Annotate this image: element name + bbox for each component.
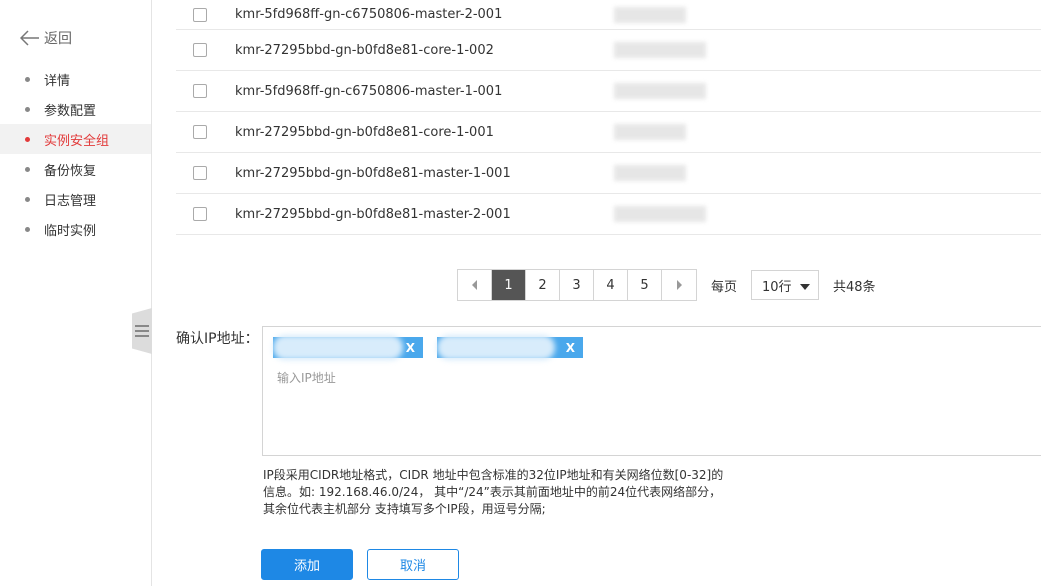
pager: 1 2 3 4 5 bbox=[457, 269, 697, 301]
ip-tag: X bbox=[273, 335, 423, 360]
sidebar-item-temp-instance[interactable]: 临时实例 bbox=[0, 214, 151, 244]
row-checkbox[interactable] bbox=[193, 166, 207, 180]
redacted-ip bbox=[273, 335, 403, 360]
row-name: kmr-5fd968ff-gn-c6750806-master-1-001 bbox=[235, 83, 503, 99]
chevron-right-icon bbox=[677, 280, 682, 290]
page-button-1[interactable]: 1 bbox=[492, 270, 526, 300]
back-button[interactable]: 返回 bbox=[20, 28, 72, 48]
per-page-value: 10行 bbox=[762, 279, 792, 295]
ip-format-hint: IP段采用CIDR地址格式，CIDR 地址中包含标准的32位IP地址和有关网络位… bbox=[263, 468, 724, 516]
prev-page-button[interactable] bbox=[458, 270, 492, 300]
sidebar: 返回 详情 参数配置 实例安全组 备份恢复 日志管理 临时实例 bbox=[0, 0, 152, 586]
redacted-ip bbox=[437, 335, 555, 360]
row-checkbox[interactable] bbox=[193, 7, 207, 22]
ip-tag: X bbox=[437, 335, 583, 360]
table-row: kmr-5fd968ff-gn-c6750806-master-2-001 bbox=[176, 0, 1041, 30]
row-name: kmr-27295bbd-gn-b0fd8e81-core-1-002 bbox=[235, 42, 494, 58]
page-button-4[interactable]: 4 bbox=[594, 270, 628, 300]
sidebar-item-logs[interactable]: 日志管理 bbox=[0, 184, 151, 214]
pagination: 1 2 3 4 5 每页 10行 共48条 bbox=[457, 269, 876, 301]
redacted-value bbox=[614, 6, 686, 23]
ip-input-box[interactable]: X X bbox=[262, 326, 1041, 456]
page-button-5[interactable]: 5 bbox=[628, 270, 662, 300]
per-page-select[interactable]: 10行 bbox=[751, 270, 820, 300]
table-row: kmr-27295bbd-gn-b0fd8e81-core-1-001 bbox=[176, 112, 1041, 153]
total-count: 共48条 bbox=[833, 279, 876, 295]
menu-icon bbox=[135, 325, 149, 337]
page-button-3[interactable]: 3 bbox=[560, 270, 594, 300]
row-checkbox[interactable] bbox=[193, 207, 207, 221]
redacted-value bbox=[614, 83, 706, 99]
chevron-left-icon bbox=[471, 280, 477, 290]
page-button-2[interactable]: 2 bbox=[526, 270, 560, 300]
instance-table: kmr-5fd968ff-gn-c6750806-master-2-001 km… bbox=[176, 0, 1041, 235]
sidebar-collapse-handle[interactable] bbox=[132, 308, 152, 354]
sidebar-item-details[interactable]: 详情 bbox=[0, 64, 151, 94]
sidebar-item-parameters[interactable]: 参数配置 bbox=[0, 94, 151, 124]
ip-input[interactable] bbox=[277, 371, 677, 385]
cancel-button[interactable]: 取消 bbox=[367, 549, 459, 580]
sidebar-item-security-group[interactable]: 实例安全组 bbox=[0, 124, 151, 154]
row-checkbox[interactable] bbox=[193, 84, 207, 98]
table-row: kmr-5fd968ff-gn-c6750806-master-1-001 bbox=[176, 71, 1041, 112]
remove-tag-button[interactable]: X bbox=[406, 341, 415, 355]
row-name: kmr-5fd968ff-gn-c6750806-master-2-001 bbox=[235, 7, 503, 22]
table-row: kmr-27295bbd-gn-b0fd8e81-core-1-002 bbox=[176, 30, 1041, 71]
row-name: kmr-27295bbd-gn-b0fd8e81-master-2-001 bbox=[235, 206, 511, 222]
row-name: kmr-27295bbd-gn-b0fd8e81-core-1-001 bbox=[235, 124, 494, 140]
row-name: kmr-27295bbd-gn-b0fd8e81-master-1-001 bbox=[235, 165, 511, 181]
next-page-button[interactable] bbox=[662, 270, 696, 300]
redacted-value bbox=[614, 206, 706, 222]
redacted-value bbox=[614, 165, 686, 181]
table-row: kmr-27295bbd-gn-b0fd8e81-master-2-001 bbox=[176, 194, 1041, 235]
back-label: 返回 bbox=[44, 31, 72, 47]
table-row: kmr-27295bbd-gn-b0fd8e81-master-1-001 bbox=[176, 153, 1041, 194]
add-button[interactable]: 添加 bbox=[261, 549, 353, 580]
remove-tag-button[interactable]: X bbox=[566, 341, 575, 355]
row-checkbox[interactable] bbox=[193, 43, 207, 57]
arrow-left-icon bbox=[20, 30, 39, 46]
redacted-value bbox=[614, 124, 686, 140]
sidebar-item-backup[interactable]: 备份恢复 bbox=[0, 154, 151, 184]
per-page-label: 每页 bbox=[711, 279, 738, 295]
ip-label: 确认IP地址： bbox=[176, 331, 259, 347]
caret-down-icon bbox=[800, 284, 811, 290]
redacted-value bbox=[614, 42, 706, 58]
sidebar-menu: 详情 参数配置 实例安全组 备份恢复 日志管理 临时实例 bbox=[0, 64, 151, 244]
row-checkbox[interactable] bbox=[193, 125, 207, 139]
